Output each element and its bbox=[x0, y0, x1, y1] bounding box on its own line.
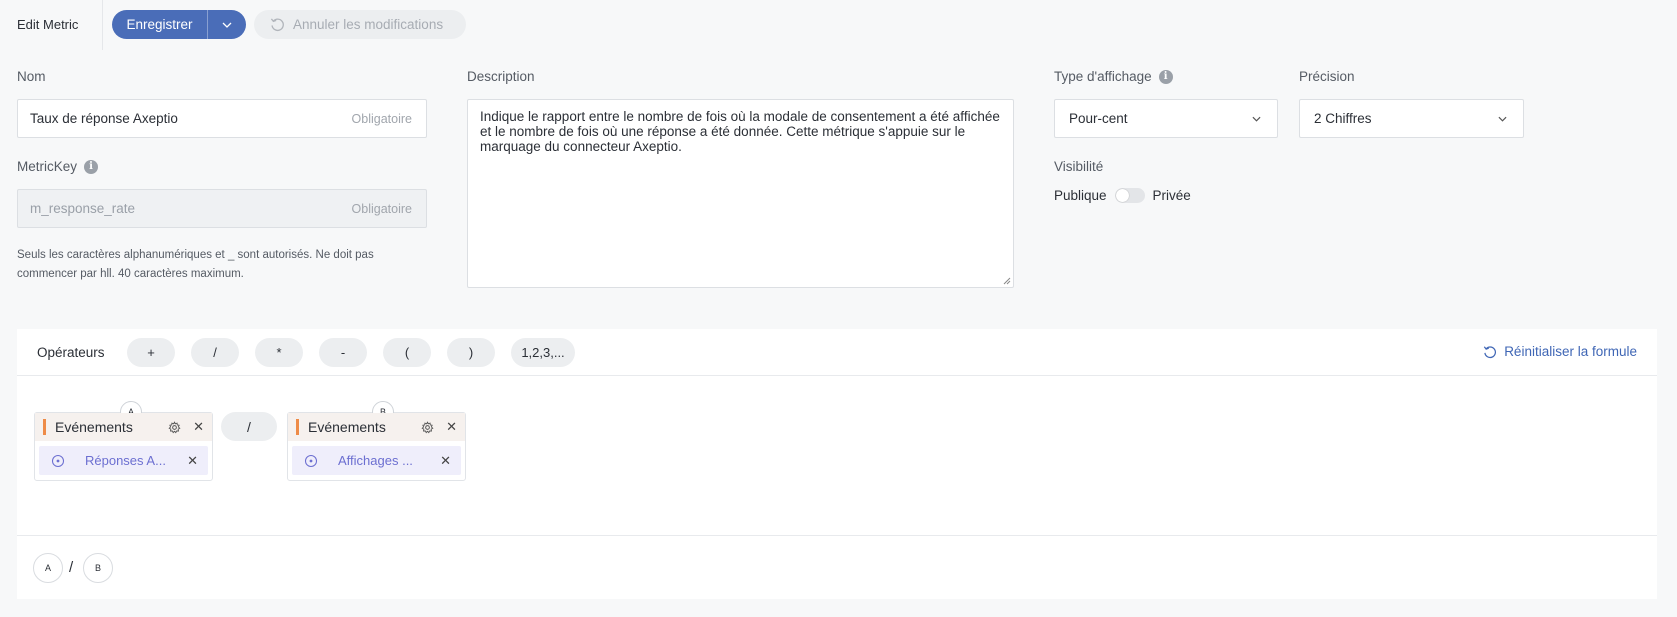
target-icon bbox=[304, 454, 318, 467]
undo-icon bbox=[270, 18, 284, 32]
operand-b-card: B Evénements ✕ Affichages ... ✕ bbox=[287, 401, 466, 481]
public-label: Publique bbox=[1054, 188, 1107, 203]
visibility-toggle-row: Publique Privée bbox=[1054, 188, 1191, 203]
info-icon[interactable]: i bbox=[1158, 69, 1173, 84]
required-hint: Obligatoire bbox=[351, 111, 412, 126]
cancel-changes-button[interactable]: Annuler les modifications bbox=[254, 10, 466, 39]
metrickey-value: m_response_rate bbox=[30, 201, 136, 216]
operator-plus-button[interactable]: + bbox=[127, 338, 175, 367]
name-label: Nom bbox=[17, 69, 46, 84]
page-title: Edit Metric bbox=[17, 17, 79, 32]
event-chip[interactable]: Affichages ... ✕ bbox=[292, 446, 461, 475]
summary-operator: / bbox=[69, 559, 74, 576]
visibility-toggle[interactable] bbox=[1114, 188, 1145, 203]
top-bar: Edit Metric Enregistrer Annuler les modi… bbox=[0, 0, 1677, 50]
divider bbox=[17, 375, 1657, 376]
target-icon bbox=[51, 454, 65, 467]
required-hint: Obligatoire bbox=[351, 201, 412, 216]
private-label: Privée bbox=[1152, 188, 1191, 203]
chevron-down-icon bbox=[1252, 116, 1261, 122]
divider bbox=[102, 0, 103, 50]
resize-handle-icon[interactable] bbox=[1003, 277, 1011, 285]
chevron-down-icon bbox=[222, 22, 232, 28]
toggle-knob bbox=[1115, 189, 1129, 202]
operand-a-card: A Evénements ✕ Réponses A... ✕ bbox=[34, 401, 213, 481]
operator-open-paren-button[interactable]: ( bbox=[383, 338, 431, 367]
description-textarea[interactable]: Indique le rapport entre le nombre de fo… bbox=[467, 99, 1014, 288]
info-icon[interactable]: i bbox=[84, 159, 99, 174]
formula-panel: Opérateurs + / * - ( ) 1,2,3,... Réiniti… bbox=[17, 329, 1657, 599]
operand-header: Evénements ✕ bbox=[35, 413, 212, 441]
visibility-label: Visibilité bbox=[1054, 159, 1104, 174]
save-button-group: Enregistrer bbox=[112, 10, 246, 39]
close-icon[interactable]: ✕ bbox=[446, 419, 457, 435]
close-icon[interactable]: ✕ bbox=[440, 453, 451, 469]
metrickey-input: m_response_rate Obligatoire bbox=[17, 189, 427, 228]
operand-title: Evénements bbox=[55, 419, 133, 435]
summary-operand-b: B bbox=[83, 553, 113, 583]
operator-number-button[interactable]: 1,2,3,... bbox=[511, 338, 575, 367]
metrickey-label: MetricKey bbox=[17, 159, 78, 174]
precision-select[interactable]: 2 Chiffres bbox=[1299, 99, 1524, 138]
chip-label: Affichages ... bbox=[338, 453, 413, 468]
name-input[interactable]: Taux de réponse Axeptio Obligatoire bbox=[17, 99, 427, 138]
operators-label: Opérateurs bbox=[37, 345, 105, 360]
display-type-value: Pour-cent bbox=[1069, 111, 1128, 126]
cancel-label: Annuler les modifications bbox=[293, 17, 444, 32]
operand-header: Evénements ✕ bbox=[288, 413, 465, 441]
close-icon[interactable]: ✕ bbox=[187, 453, 198, 469]
metrickey-help: Seuls les caractères alphanumériques et … bbox=[17, 249, 374, 280]
summary-operand-a: A bbox=[33, 553, 63, 583]
accent-bar bbox=[296, 419, 299, 435]
chevron-down-icon bbox=[1498, 116, 1507, 122]
operator-minus-button[interactable]: - bbox=[319, 338, 367, 367]
precision-value: 2 Chiffres bbox=[1314, 111, 1372, 126]
reset-icon bbox=[1484, 345, 1497, 358]
name-value: Taux de réponse Axeptio bbox=[30, 111, 178, 126]
event-chip[interactable]: Réponses A... ✕ bbox=[39, 446, 208, 475]
formula-operator[interactable]: / bbox=[221, 412, 277, 441]
metrickey-label-row: MetricKey i bbox=[17, 159, 99, 174]
display-type-label-row: Type d'affichage i bbox=[1054, 69, 1173, 84]
accent-bar bbox=[43, 419, 46, 435]
reset-formula-link[interactable]: Réinitialiser la formule bbox=[1483, 344, 1637, 359]
operator-divide-button[interactable]: / bbox=[191, 338, 239, 367]
gear-icon[interactable] bbox=[421, 420, 434, 434]
save-button[interactable]: Enregistrer bbox=[112, 17, 207, 32]
description-label: Description bbox=[467, 69, 535, 84]
close-icon[interactable]: ✕ bbox=[193, 419, 204, 435]
chip-label: Réponses A... bbox=[85, 453, 166, 468]
divider bbox=[17, 535, 1657, 536]
description-value: Indique le rapport entre le nombre de fo… bbox=[480, 109, 1000, 154]
operator-multiply-button[interactable]: * bbox=[255, 338, 303, 367]
gear-icon[interactable] bbox=[168, 420, 181, 434]
operator-close-paren-button[interactable]: ) bbox=[447, 338, 495, 367]
display-type-select[interactable]: Pour-cent bbox=[1054, 99, 1278, 138]
save-options-button[interactable] bbox=[208, 22, 246, 28]
display-type-label: Type d'affichage bbox=[1054, 69, 1152, 84]
reset-formula-label: Réinitialiser la formule bbox=[1504, 344, 1637, 359]
precision-label: Précision bbox=[1299, 69, 1355, 84]
operand-title: Evénements bbox=[308, 419, 386, 435]
